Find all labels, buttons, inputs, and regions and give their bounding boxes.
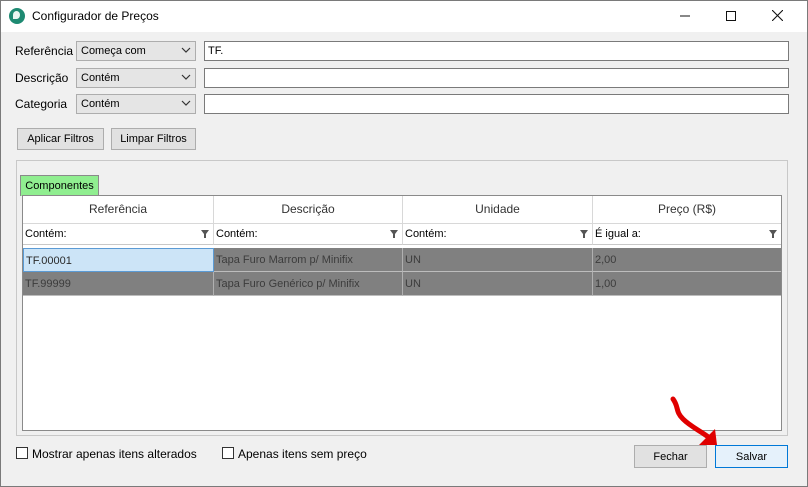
descricao-mode-value: Contém: [81, 72, 120, 84]
tab-componentes[interactable]: Componentes: [20, 175, 99, 196]
title-bar: Configurador de Preços: [1, 1, 807, 32]
filter-operator: Contém:: [405, 228, 447, 240]
mostrar-alterados-label: Mostrar apenas itens alterados: [32, 447, 197, 461]
categoria-mode-select[interactable]: Contém: [76, 94, 196, 114]
cell-referencia[interactable]: TF.99999: [23, 272, 214, 296]
sem-preco-label: Apenas itens sem preço: [238, 447, 367, 461]
red-arrow-icon: [670, 396, 717, 445]
cell-referencia[interactable]: TF.00001: [23, 248, 214, 272]
mostrar-alterados-checkbox[interactable]: [16, 447, 28, 459]
chevron-down-icon: [181, 47, 191, 53]
app-icon: [9, 8, 25, 24]
descricao-input[interactable]: [204, 68, 789, 88]
filter-cell-preco[interactable]: É igual a:: [593, 223, 781, 245]
minimize-button[interactable]: [662, 1, 708, 32]
cell-unidade[interactable]: UN: [403, 272, 593, 296]
categoria-input[interactable]: [204, 94, 789, 114]
filter-operator: Contém:: [216, 228, 258, 240]
cell-descricao[interactable]: Tapa Furo Genérico p/ Minifix: [214, 272, 403, 296]
sem-preco-checkbox[interactable]: [222, 447, 234, 459]
column-header-referencia[interactable]: Referência: [23, 196, 214, 223]
maximize-button[interactable]: [708, 1, 754, 32]
filter-icon[interactable]: [390, 230, 398, 238]
limpar-filtros-button[interactable]: Limpar Filtros: [111, 128, 196, 150]
filter-cell-descricao[interactable]: Contém:: [214, 223, 403, 245]
categoria-label: Categoria: [15, 97, 68, 111]
referencia-mode-value: Começa com: [81, 45, 146, 57]
cell-preco[interactable]: 2,00: [593, 248, 781, 272]
close-window-button[interactable]: [754, 1, 800, 32]
chevron-down-icon: [181, 100, 191, 106]
window-title: Configurador de Preços: [32, 9, 159, 23]
referencia-mode-select[interactable]: Começa com: [76, 41, 196, 61]
configurador-window: Configurador de Preços Referência Começa…: [0, 0, 808, 487]
maximize-icon: [726, 11, 736, 21]
filter-icon[interactable]: [201, 230, 209, 238]
descricao-label: Descrição: [15, 71, 69, 85]
filter-icon[interactable]: [769, 230, 777, 238]
column-header-descricao[interactable]: Descrição: [214, 196, 403, 223]
cell-descricao[interactable]: Tapa Furo Marrom p/ Minifix: [214, 248, 403, 272]
aplicar-filtros-button[interactable]: Aplicar Filtros: [17, 128, 104, 150]
categoria-mode-value: Contém: [81, 98, 120, 110]
filter-operator: É igual a:: [595, 228, 641, 240]
close-icon: [771, 9, 783, 22]
minimize-icon: [680, 15, 690, 17]
filter-cell-unidade[interactable]: Contém:: [403, 223, 593, 245]
referencia-label: Referência: [15, 44, 74, 58]
filter-icon[interactable]: [580, 230, 588, 238]
cell-preco[interactable]: 1,00: [593, 272, 781, 296]
chevron-down-icon: [181, 74, 191, 80]
filter-cell-referencia[interactable]: Contém:: [23, 223, 214, 245]
filter-operator: Contém:: [25, 228, 67, 240]
column-header-unidade[interactable]: Unidade: [403, 196, 593, 223]
referencia-input[interactable]: [204, 41, 789, 61]
descricao-mode-select[interactable]: Contém: [76, 68, 196, 88]
column-header-preco[interactable]: Preço (R$): [593, 196, 781, 223]
cell-unidade[interactable]: UN: [403, 248, 593, 272]
